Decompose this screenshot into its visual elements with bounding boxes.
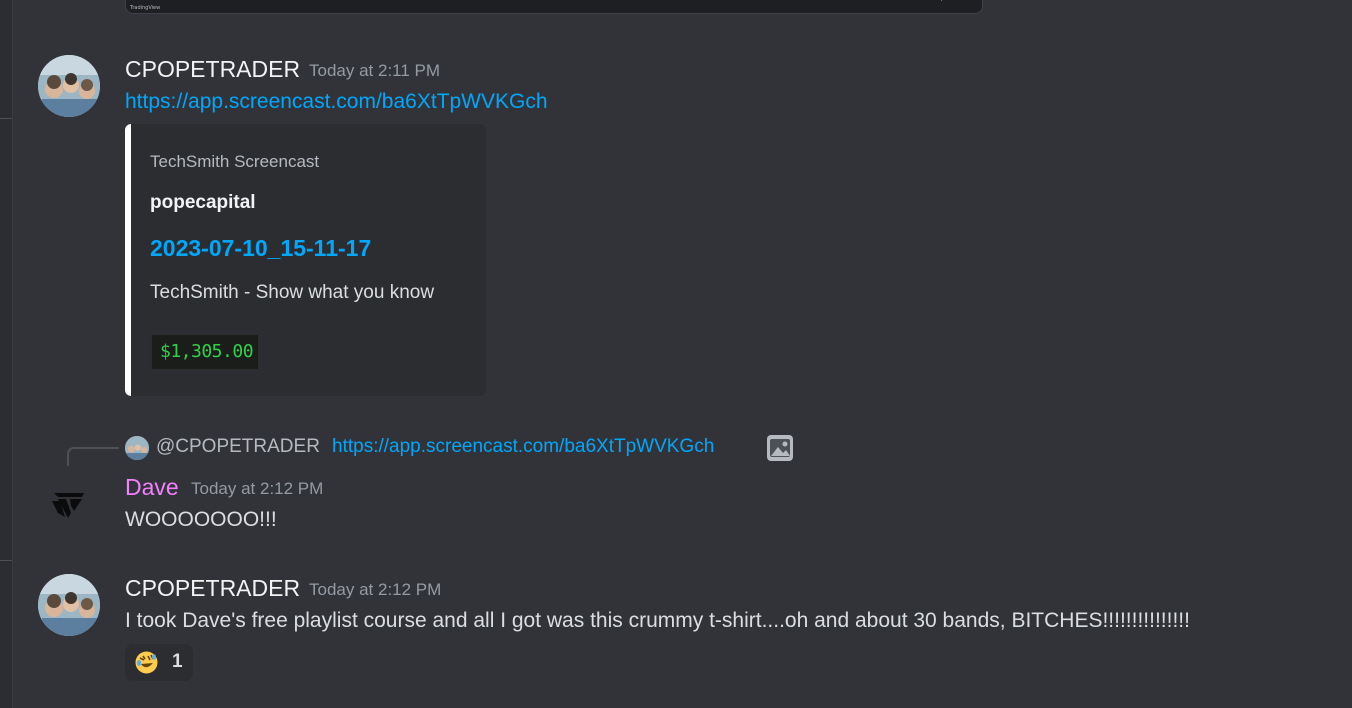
reply-avatar[interactable] xyxy=(125,436,149,460)
family-photo-avatar xyxy=(38,574,100,636)
rail-tick xyxy=(0,118,12,119)
reply-spine xyxy=(67,447,119,466)
embed-provider: TechSmith Screencast xyxy=(150,152,320,171)
reply-mention[interactable]: @CPOPETRADER xyxy=(156,436,320,458)
rail-divider xyxy=(12,0,13,708)
message-content: WOOOOOOO!!! xyxy=(125,508,277,531)
timestamp[interactable]: Today at 2:12 PM xyxy=(309,580,441,600)
embed-accent-bar xyxy=(125,124,131,396)
reply-preview-link[interactable]: https://app.screencast.com/ba6XtTpWVKGch xyxy=(332,436,714,458)
previous-embed-image[interactable]: TradingView xyxy=(125,0,983,14)
link-embed: TechSmith Screencast popecapital 2023-07… xyxy=(125,124,486,396)
thumbnail-amount: $1,305.00 xyxy=(160,341,254,362)
avatar[interactable] xyxy=(38,574,100,636)
reaction-button[interactable]: 1 xyxy=(125,644,193,681)
avatar[interactable] xyxy=(38,55,100,117)
message-link[interactable]: https://app.screencast.com/ba6XtTpWVKGch xyxy=(125,90,548,113)
timestamp[interactable]: Today at 2:11 PM xyxy=(309,61,440,81)
rolling-on-floor-laughing-emoji-icon xyxy=(135,651,158,674)
username[interactable]: CPOPETRADER xyxy=(125,56,300,83)
reaction-count: 1 xyxy=(172,651,183,672)
message-content: I took Dave's free playlist course and a… xyxy=(125,609,1190,632)
left-rail xyxy=(0,0,12,708)
family-photo-avatar xyxy=(125,436,149,460)
family-photo-avatar xyxy=(38,55,100,117)
tradingview-watermark: TradingView xyxy=(130,5,161,11)
logo-avatar xyxy=(38,473,100,535)
rail-tick xyxy=(0,560,12,561)
message-content: https://app.screencast.com/ba6XtTpWVKGch xyxy=(125,90,548,114)
embed-thumbnail[interactable]: $1,305.00 xyxy=(151,334,259,370)
embed-title-link[interactable]: 2023-07-10_15-11-17 xyxy=(150,235,371,262)
timestamp[interactable]: Today at 2:12 PM xyxy=(191,479,323,499)
avatar[interactable] xyxy=(38,473,100,535)
username[interactable]: Dave xyxy=(125,474,179,501)
username[interactable]: CPOPETRADER xyxy=(125,575,300,602)
embed-author: popecapital xyxy=(150,192,256,213)
embed-description: TechSmith - Show what you know xyxy=(150,282,435,303)
image-icon xyxy=(767,435,793,461)
embed-mark xyxy=(941,0,942,1)
